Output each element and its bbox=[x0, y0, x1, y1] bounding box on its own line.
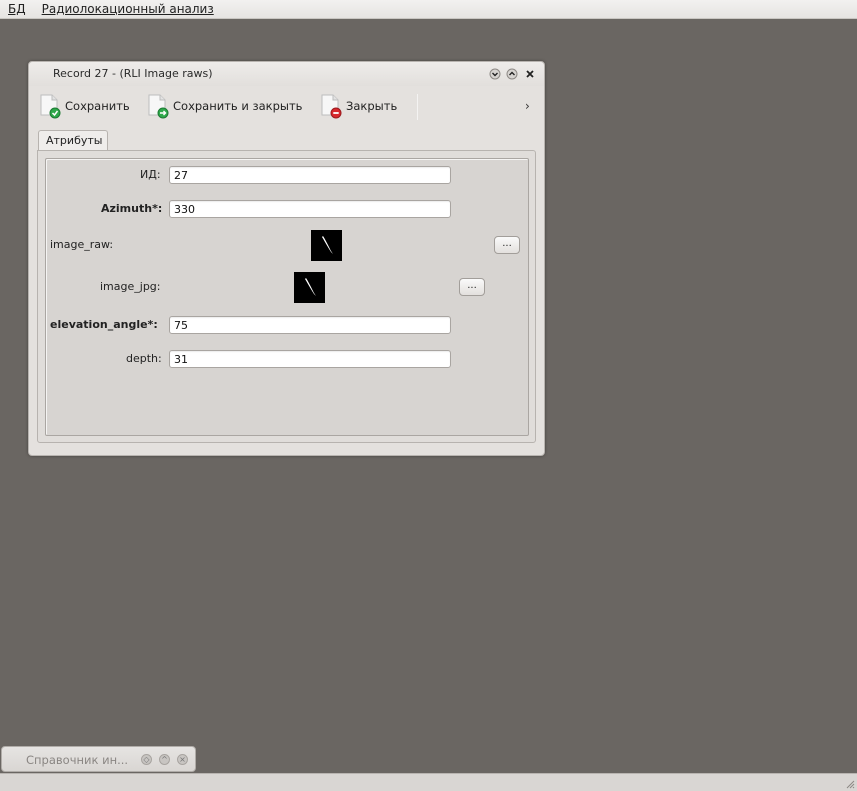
close-button[interactable]: Закрыть bbox=[320, 91, 397, 121]
restore-icon[interactable]: ◇ bbox=[141, 754, 152, 765]
minimized-window-reference[interactable]: Справочник ин... ◇ ^ × bbox=[1, 746, 196, 772]
menu-radar-analysis-label: Радиолокационный анализ bbox=[41, 1, 214, 16]
tab-panel-attributes: ИД: 27 Azimuth*: 330 image_raw: ... imag… bbox=[37, 150, 536, 443]
image-raw-browse-button[interactable]: ... bbox=[494, 236, 520, 254]
window-titlebar[interactable]: Record 27 - (RLI Image raws) bbox=[29, 62, 544, 86]
id-label: ИД: bbox=[140, 168, 161, 181]
record-window: Record 27 - (RLI Image raws) Сохранить С… bbox=[28, 61, 545, 456]
close-icon[interactable] bbox=[524, 68, 536, 80]
save-document-icon bbox=[39, 93, 61, 119]
menu-db-label: БД bbox=[8, 1, 26, 16]
toolbar-more-button[interactable]: › bbox=[525, 99, 530, 113]
image-jpg-shape-icon bbox=[305, 278, 316, 296]
save-button[interactable]: Сохранить bbox=[39, 91, 130, 121]
close-document-icon bbox=[320, 93, 342, 119]
menu-radar-analysis[interactable]: Радиолокационный анализ bbox=[34, 0, 222, 19]
maximize-small-icon[interactable]: ^ bbox=[159, 754, 170, 765]
form-area: ИД: 27 Azimuth*: 330 image_raw: ... imag… bbox=[45, 158, 529, 436]
close-small-icon[interactable]: × bbox=[177, 754, 188, 765]
image-raw-label: image_raw: bbox=[50, 238, 114, 251]
depth-field[interactable]: 31 bbox=[169, 350, 451, 368]
azimuth-label: Azimuth*: bbox=[101, 202, 163, 215]
save-close-document-icon bbox=[147, 93, 169, 119]
maximize-icon[interactable] bbox=[506, 68, 518, 80]
toolbar: Сохранить Сохранить и закрыть Закрыть › bbox=[29, 88, 544, 124]
statusbar bbox=[0, 773, 857, 791]
minimized-window-title: Справочник ин... bbox=[26, 753, 129, 767]
id-field[interactable]: 27 bbox=[169, 166, 451, 184]
image-jpg-thumbnail bbox=[294, 272, 325, 303]
image-jpg-browse-button[interactable]: ... bbox=[459, 278, 485, 296]
tab-attributes[interactable]: Атрибуты bbox=[38, 130, 108, 151]
menubar: БД Радиолокационный анализ bbox=[0, 0, 857, 19]
minimize-icon[interactable] bbox=[489, 68, 501, 80]
close-label: Закрыть bbox=[346, 99, 398, 113]
menu-db[interactable]: БД bbox=[0, 0, 34, 19]
elevation-angle-field[interactable]: 75 bbox=[169, 316, 451, 334]
toolbar-separator bbox=[417, 94, 418, 120]
depth-label: depth: bbox=[126, 352, 162, 365]
save-close-label: Сохранить и закрыть bbox=[173, 99, 303, 113]
window-title: Record 27 - (RLI Image raws) bbox=[53, 67, 213, 80]
resize-grip-icon[interactable] bbox=[845, 779, 855, 789]
image-jpg-label: image_jpg: bbox=[100, 280, 161, 293]
image-raw-thumbnail bbox=[311, 230, 342, 261]
elevation-angle-label: elevation_angle*: bbox=[50, 318, 158, 331]
azimuth-field[interactable]: 330 bbox=[169, 200, 451, 218]
image-raw-shape-icon bbox=[322, 236, 333, 254]
save-label: Сохранить bbox=[65, 99, 130, 113]
save-and-close-button[interactable]: Сохранить и закрыть bbox=[147, 91, 302, 121]
